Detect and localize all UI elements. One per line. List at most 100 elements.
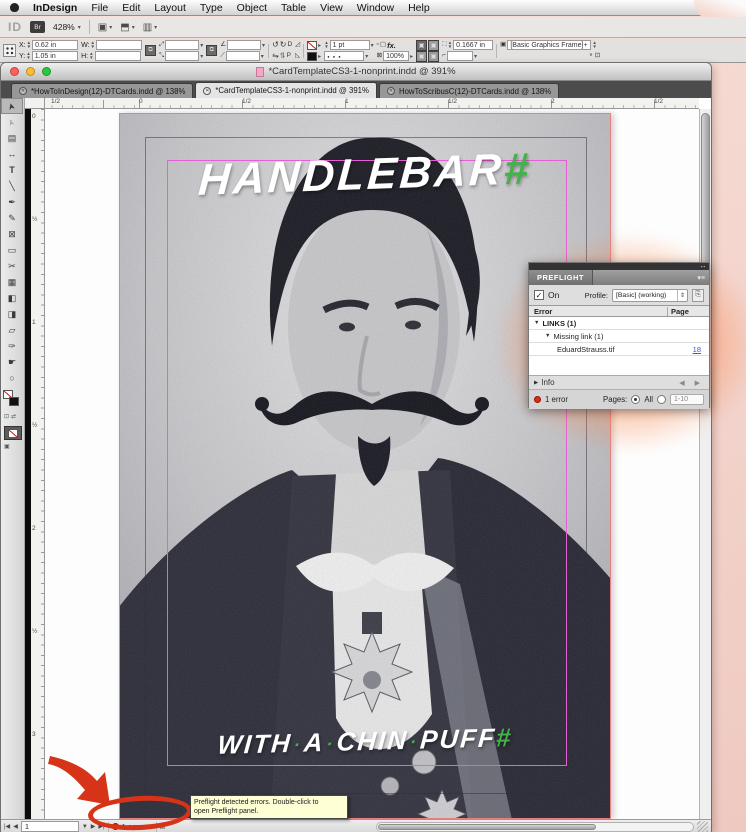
disclosure-open-icon[interactable]: ▼ — [545, 333, 550, 339]
wrap-around-icon[interactable]: ▣ — [428, 40, 439, 51]
shear-angle-field[interactable] — [226, 51, 260, 61]
hand-tool[interactable]: ☛ — [1, 354, 23, 370]
rotation-angle-field[interactable] — [227, 40, 261, 50]
wrap-none-icon[interactable]: ▣ — [416, 40, 427, 51]
embed-profile-icon[interactable]: ⎘ — [692, 289, 704, 302]
drop-shadow-icon[interactable]: ▫ — [377, 42, 379, 49]
free-transform-tool[interactable]: ▦ — [1, 274, 23, 290]
stepper-icon[interactable]: ▲▼ — [89, 52, 93, 60]
type-tool[interactable]: T — [1, 162, 23, 178]
width-field[interactable] — [96, 40, 142, 50]
prev-next-error-icons[interactable]: ◀ ▶ — [679, 379, 704, 387]
card-page[interactable]: HANDLEBAR# WITH·A·CHIN·PUFF# — [119, 113, 611, 819]
missing-link-group-row[interactable]: ▼ Missing link (1) — [529, 330, 709, 343]
menu-help[interactable]: Help — [408, 2, 430, 14]
menu-edit[interactable]: Edit — [122, 2, 140, 14]
tab-howtoindesign[interactable]: ✕ *HowToInDesign(12)-DTCards.indd @ 138% — [11, 83, 193, 98]
preflight-on-checkbox[interactable]: ✓ — [534, 290, 544, 300]
stepper-icon[interactable]: ▲▼ — [26, 52, 30, 60]
horizontal-ruler[interactable]: 1/2 0 1/2 1 1/2 2 1/2 — [45, 98, 699, 109]
y-position-field[interactable]: 1.05 in — [32, 51, 78, 61]
close-icon[interactable]: ✕ — [203, 87, 211, 95]
pages-range-radio[interactable] — [657, 395, 666, 404]
window-resize-grip[interactable] — [697, 821, 708, 832]
stepper-icon[interactable]: ▲▼ — [91, 41, 95, 49]
menu-indesign[interactable]: InDesign — [33, 2, 77, 14]
swap-fill-stroke-icon[interactable]: ⇄ — [11, 413, 16, 420]
gradient-tool[interactable]: ◧ — [1, 290, 23, 306]
menu-type[interactable]: Type — [200, 2, 223, 14]
window-title-bar[interactable]: *CardTemplateCS3-1-nonprint.indd @ 391% — [1, 63, 711, 81]
zoom-level-dropdown[interactable]: 428% ▾ — [53, 22, 81, 32]
shear-x-icon[interactable]: ◿ — [295, 42, 300, 49]
page-tool[interactable]: ▤ — [1, 130, 23, 146]
menu-file[interactable]: File — [91, 2, 108, 14]
line-tool[interactable]: ╲ — [1, 178, 23, 194]
links-group-row[interactable]: ▼ LINKS (1) — [529, 317, 709, 330]
preflight-panel-tab[interactable]: PREFLIGHT — [529, 270, 593, 285]
chevron-down-icon[interactable]: ▾ — [261, 53, 264, 60]
shear-y-icon[interactable]: ◺ — [295, 53, 300, 60]
apple-icon[interactable] — [10, 3, 19, 12]
stepper-icon[interactable]: ▲▼ — [448, 41, 452, 49]
zoom-tool[interactable]: ○ — [1, 370, 23, 386]
chevron-down-icon[interactable]: ▾ — [474, 53, 477, 60]
chevron-right-icon[interactable]: ▸ — [410, 53, 413, 60]
close-icon[interactable]: ✕ — [387, 87, 395, 95]
view-mode-icon[interactable]: ▣ — [4, 443, 10, 450]
rectangle-tool[interactable]: ▭ — [1, 242, 23, 258]
chevron-right-icon[interactable]: ▸ — [318, 53, 321, 60]
ruler-origin-corner[interactable] — [25, 98, 45, 109]
chevron-right-icon[interactable]: ▸ — [318, 42, 321, 49]
chevron-down-icon[interactable]: ▾ — [200, 42, 203, 49]
disclosure-open-icon[interactable]: ▼ — [534, 320, 539, 326]
corner-shape-field[interactable] — [447, 51, 473, 61]
constrain-proportions-icon[interactable]: ⧉ — [145, 45, 156, 56]
horizontal-scrollbar[interactable] — [376, 822, 694, 832]
height-field[interactable] — [95, 51, 141, 61]
x-position-field[interactable]: 0.62 in — [32, 40, 78, 50]
vertical-ruler[interactable]: 0 ½ 1 ½ 2 ½ 3 — [31, 109, 45, 819]
profile-dropdown[interactable]: [Basic] (working) ⇕ — [612, 289, 688, 302]
pages-all-radio[interactable] — [631, 395, 640, 404]
horizontal-scrollbar-thumb[interactable] — [378, 824, 596, 830]
object-effect-icon[interactable]: ▢ — [380, 42, 386, 49]
chevron-down-icon[interactable]: ▾ — [200, 53, 203, 60]
error-item-row[interactable]: EduardStrauss.tif 18 — [529, 343, 709, 356]
gap-tool[interactable]: ↔ — [1, 146, 23, 162]
vertical-scrollbar[interactable] — [699, 109, 711, 819]
fill-color-swatch[interactable] — [307, 52, 317, 61]
object-style-dropdown[interactable]: [Basic Graphics Frame]+ — [507, 40, 591, 50]
page-menu-icon[interactable]: ▼ — [82, 824, 88, 830]
menu-table[interactable]: Table — [281, 2, 306, 14]
menu-window[interactable]: Window — [357, 2, 394, 14]
stepper-icon[interactable]: ▲▼ — [27, 41, 31, 49]
chevron-down-icon[interactable]: ▾ — [262, 42, 265, 49]
eyedropper-tool[interactable]: ✑ — [1, 338, 23, 354]
effects-menu[interactable]: fx. — [387, 41, 396, 50]
chevron-down-icon[interactable]: ▾ — [365, 53, 368, 60]
panel-options-icon[interactable]: ⊡ — [595, 53, 600, 60]
pasteboard[interactable]: HANDLEBAR# WITH·A·CHIN·PUFF# — [45, 109, 699, 819]
stroke-style-field[interactable]: ● ● ● — [324, 51, 364, 61]
info-section[interactable]: ▶ Info ◀ ▶ — [529, 375, 709, 389]
next-page-button[interactable]: ▶ — [91, 823, 96, 830]
stroke-weight-field[interactable]: 1 pt — [330, 40, 370, 50]
stepper-icon[interactable]: ▲▼ — [324, 41, 328, 49]
default-fill-stroke-icon[interactable]: ⊡ — [4, 413, 9, 420]
flip-vertical-icon[interactable]: ⥮ — [280, 52, 286, 60]
screen-mode-dropdown[interactable]: ⬒▾ — [120, 22, 134, 33]
previous-page-button[interactable]: ◀ — [13, 823, 18, 830]
page-range-field[interactable]: 1-10 — [670, 394, 704, 405]
tab-howtoscribus[interactable]: ✕ HowToScribusC(12)-DTCards.indd @ 138% — [379, 83, 559, 98]
chevron-down-icon[interactable]: ▾ — [371, 42, 374, 49]
fill-stroke-controls[interactable] — [3, 390, 23, 410]
arrange-documents-dropdown[interactable]: ▥▾ — [143, 22, 157, 33]
stroke-color-swatch[interactable] — [307, 41, 317, 50]
note-tool[interactable]: ▱ — [1, 322, 23, 338]
first-page-button[interactable]: |◀ — [4, 823, 10, 830]
frame-tool[interactable]: ⊠ — [1, 226, 23, 242]
rotate-cw-icon[interactable]: ↻ — [280, 41, 287, 49]
panel-drag-bar[interactable]: ▪▪ — [529, 263, 709, 270]
reference-point-selector[interactable] — [3, 44, 16, 57]
